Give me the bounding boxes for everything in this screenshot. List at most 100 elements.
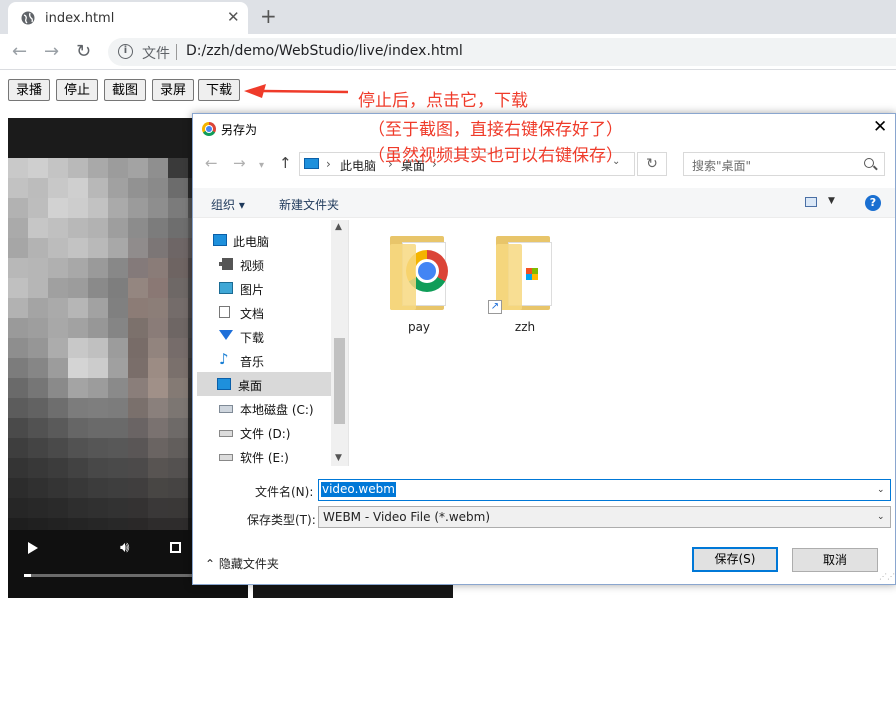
mosaic-cell	[128, 298, 148, 318]
mosaic-cell	[8, 498, 28, 518]
mosaic-cell	[48, 418, 68, 438]
nav-item-label: 文件 (D:)	[240, 427, 291, 441]
info-icon[interactable]: i	[118, 44, 133, 59]
nav-item[interactable]: 桌面	[197, 372, 331, 396]
nav-item[interactable]: 视频	[199, 252, 331, 276]
mosaic-cell	[168, 258, 188, 278]
mosaic-cell	[88, 498, 108, 518]
fullscreen-icon[interactable]	[170, 542, 181, 553]
download-button[interactable]: 下载	[198, 79, 240, 101]
mosaic-cell	[108, 158, 128, 178]
recent-dropdown-icon[interactable]: ▾	[259, 160, 264, 171]
mosaic-cell	[108, 338, 128, 358]
mosaic-cell	[48, 298, 68, 318]
scroll-down-icon[interactable]: ▼	[335, 453, 342, 463]
nav-item[interactable]: 本地磁盘 (C:)	[199, 396, 331, 420]
save-button[interactable]: 保存(S)	[692, 547, 778, 572]
organize-menu[interactable]: 组织 ▾	[211, 196, 245, 213]
forward-arrow-icon[interactable]: →	[233, 154, 246, 172]
mosaic-cell	[148, 338, 168, 358]
back-arrow-icon[interactable]: ←	[12, 41, 27, 62]
refresh-button[interactable]: ↻	[637, 152, 667, 176]
forward-arrow-icon[interactable]: →	[44, 41, 59, 62]
search-input[interactable]: 搜索"桌面"	[683, 152, 885, 176]
mosaic-cell	[128, 378, 148, 398]
mosaic-cell	[8, 318, 28, 338]
mosaic-cell	[68, 198, 88, 218]
file-type-label: 保存类型(T):	[247, 513, 316, 527]
mosaic-cell	[128, 458, 148, 478]
nav-item[interactable]: 下载	[199, 324, 331, 348]
chevron-up-icon: ⌃	[205, 557, 216, 571]
new-folder-button[interactable]: 新建文件夹	[279, 196, 339, 213]
search-icon[interactable]	[864, 158, 874, 168]
save-as-dialog: 另存为 ✕ ← → ▾ ↑ › 此电脑 › 桌面 › ⌄ ↻ 搜索"桌面" 组织…	[192, 113, 896, 585]
view-mode-icon[interactable]	[805, 197, 817, 207]
stop-button[interactable]: 停止	[56, 79, 98, 101]
mosaic-cell	[148, 198, 168, 218]
scrollbar-thumb[interactable]	[334, 338, 345, 424]
close-tab-icon[interactable]: ✕	[227, 8, 240, 26]
mosaic-cell	[68, 438, 88, 458]
nav-item[interactable]: 软件 (E:)	[199, 444, 331, 468]
mosaic-cell	[88, 398, 108, 418]
nav-item[interactable]: ♪ 音乐	[199, 348, 331, 372]
cancel-button[interactable]: 取消	[792, 548, 878, 572]
file-type-select[interactable]: WEBM - Video File (*.webm) ⌄	[318, 506, 891, 528]
arrow-to-download-line	[261, 89, 349, 94]
folder-item-pay[interactable]: pay	[379, 234, 459, 334]
up-arrow-icon[interactable]: ↑	[279, 154, 292, 172]
mosaic-cell	[48, 218, 68, 238]
close-icon[interactable]: ✕	[873, 117, 887, 137]
nav-item[interactable]: 图片	[199, 276, 331, 300]
mosaic-cell	[168, 178, 188, 198]
chevron-down-icon[interactable]: ⌄	[877, 512, 885, 522]
scroll-up-icon[interactable]: ▲	[335, 222, 342, 232]
url-text[interactable]: D:/zzh/demo/WebStudio/live/index.html	[186, 43, 463, 59]
mosaic-cell	[148, 278, 168, 298]
resize-grip-icon[interactable]: ⋰⋰	[879, 572, 895, 582]
address-bar[interactable]: i 文件 D:/zzh/demo/WebStudio/live/index.ht…	[108, 38, 896, 66]
back-arrow-icon[interactable]: ←	[205, 154, 218, 172]
mosaic-cell	[128, 278, 148, 298]
mosaic-cell	[8, 278, 28, 298]
mosaic-cell	[28, 178, 48, 198]
shortcut-arrow-icon: ↗	[488, 300, 502, 314]
pixelated-video-frame	[8, 158, 208, 538]
help-icon[interactable]: ?	[865, 195, 881, 211]
mosaic-cell	[128, 258, 148, 278]
mosaic-cell	[88, 298, 108, 318]
chevron-right-icon[interactable]: ›	[326, 157, 331, 171]
file-name-value[interactable]: video.webm	[321, 482, 396, 497]
volume-icon[interactable]: 🔊︎	[120, 538, 129, 556]
mosaic-cell	[68, 358, 88, 378]
mosaic-cell	[108, 498, 128, 518]
mosaic-cell	[108, 438, 128, 458]
documents-icon	[219, 306, 230, 318]
omnibox-divider	[176, 44, 177, 60]
mosaic-cell	[148, 218, 168, 238]
nav-item[interactable]: 文件 (D:)	[199, 420, 331, 444]
mosaic-cell	[128, 418, 148, 438]
screenshot-button[interactable]: 截图	[104, 79, 146, 101]
chevron-down-icon[interactable]: ⌄	[877, 485, 885, 495]
nav-item[interactable]: 文档	[199, 300, 331, 324]
browser-tab[interactable]: index.html ✕	[8, 2, 248, 34]
mosaic-cell	[128, 438, 148, 458]
chevron-down-icon[interactable]: ▼	[828, 196, 835, 206]
navigation-pane: ▲ ▼ 此电脑 视频 图片 文档 下载 ♪ 音乐 桌面 本地磁盘 (C:) 文件 (D:) 软件 (…	[193, 220, 349, 466]
file-name-input[interactable]: video.webm ⌄	[318, 479, 891, 501]
mosaic-cell	[88, 158, 108, 178]
play-icon[interactable]	[28, 542, 38, 554]
mosaic-cell	[8, 338, 28, 358]
record-button[interactable]: 录播	[8, 79, 50, 101]
nav-item[interactable]: 此电脑	[199, 228, 331, 252]
folder-item-zzh[interactable]: ↗ zzh	[485, 234, 565, 334]
nav-scrollbar[interactable]: ▲ ▼	[331, 220, 348, 466]
chrome-folder-icon	[388, 234, 450, 314]
hide-folders-toggle[interactable]: ⌃ 隐藏文件夹	[205, 555, 279, 572]
mosaic-cell	[108, 478, 128, 498]
reload-icon[interactable]: ↻	[76, 41, 91, 62]
record-screen-button[interactable]: 录屏	[152, 79, 194, 101]
new-tab-button[interactable]: +	[260, 4, 277, 28]
